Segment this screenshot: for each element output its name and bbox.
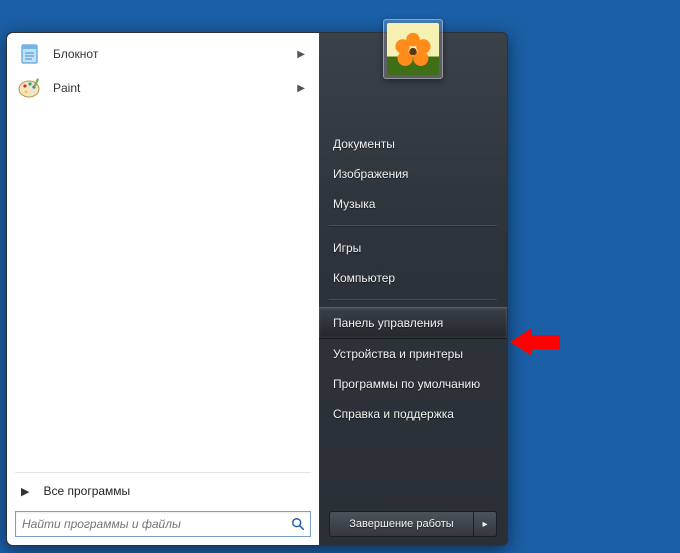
shutdown-options-button[interactable]: ▸ (473, 511, 497, 537)
shutdown-row: Завершение работы ▸ (319, 505, 507, 545)
right-panel-item[interactable]: Компьютер (319, 263, 507, 293)
paint-icon (17, 75, 43, 101)
program-label: Блокнот (53, 47, 291, 61)
search-wrap (11, 505, 315, 541)
right-panel-item-label: Панель управления (333, 316, 443, 330)
notepad-icon (17, 41, 43, 67)
all-programs-label: Все программы (43, 484, 130, 498)
right-panel-item[interactable]: Музыка (319, 189, 507, 219)
right-panel-item-label: Игры (333, 241, 361, 255)
right-panel-item-label: Компьютер (333, 271, 395, 285)
start-menu: Блокнот ▶ Paint (6, 32, 508, 546)
program-label: Paint (53, 81, 291, 95)
right-panel-item[interactable]: Программы по умолчанию (319, 369, 507, 399)
separator (329, 225, 497, 227)
right-panel-item-label: Документы (333, 137, 395, 151)
program-item-paint[interactable]: Paint ▶ (11, 71, 315, 105)
chevron-right-icon: ▸ (482, 519, 487, 530)
user-picture-icon (387, 23, 439, 75)
right-panel-list: Документы Изображения Музыка Игры Компьютер П… (319, 123, 507, 435)
start-menu-left-panel: Блокнот ▶ Paint (7, 33, 319, 545)
right-panel-item[interactable]: Документы (319, 129, 507, 159)
right-panel-item-label: Программы по умолчанию (333, 377, 480, 391)
program-list: Блокнот ▶ Paint (11, 37, 315, 470)
right-panel-item[interactable]: Панель управления (319, 307, 507, 339)
chevron-right-icon: ▶ (21, 485, 29, 498)
search-icon (286, 512, 310, 536)
all-programs-button[interactable]: ▶ Все программы (11, 477, 315, 505)
spacer (319, 435, 507, 505)
right-panel-item-label: Справка и поддержка (333, 407, 454, 421)
search-box[interactable] (15, 511, 311, 537)
chevron-right-icon: ▶ (297, 83, 305, 94)
search-input[interactable] (16, 512, 286, 536)
shutdown-label: Завершение работы (349, 518, 453, 530)
right-panel-item-label: Музыка (333, 197, 375, 211)
right-panel-item[interactable]: Справка и поддержка (319, 399, 507, 429)
right-panel-item[interactable]: Устройства и принтеры (319, 339, 507, 369)
shutdown-button[interactable]: Завершение работы (329, 511, 473, 537)
right-panel-item-label: Устройства и принтеры (333, 347, 463, 361)
right-panel-item[interactable]: Изображения (319, 159, 507, 189)
right-panel-item[interactable]: Игры (319, 233, 507, 263)
annotation-arrow-icon (510, 326, 560, 358)
separator (15, 472, 311, 473)
program-item-notepad[interactable]: Блокнот ▶ (11, 37, 315, 71)
separator (329, 299, 497, 301)
chevron-right-icon: ▶ (297, 49, 305, 60)
user-picture-frame[interactable] (383, 19, 443, 79)
desktop: Блокнот ▶ Paint (0, 0, 680, 553)
start-menu-right-panel: Документы Изображения Музыка Игры Компьютер П… (319, 33, 507, 545)
right-panel-item-label: Изображения (333, 167, 408, 181)
